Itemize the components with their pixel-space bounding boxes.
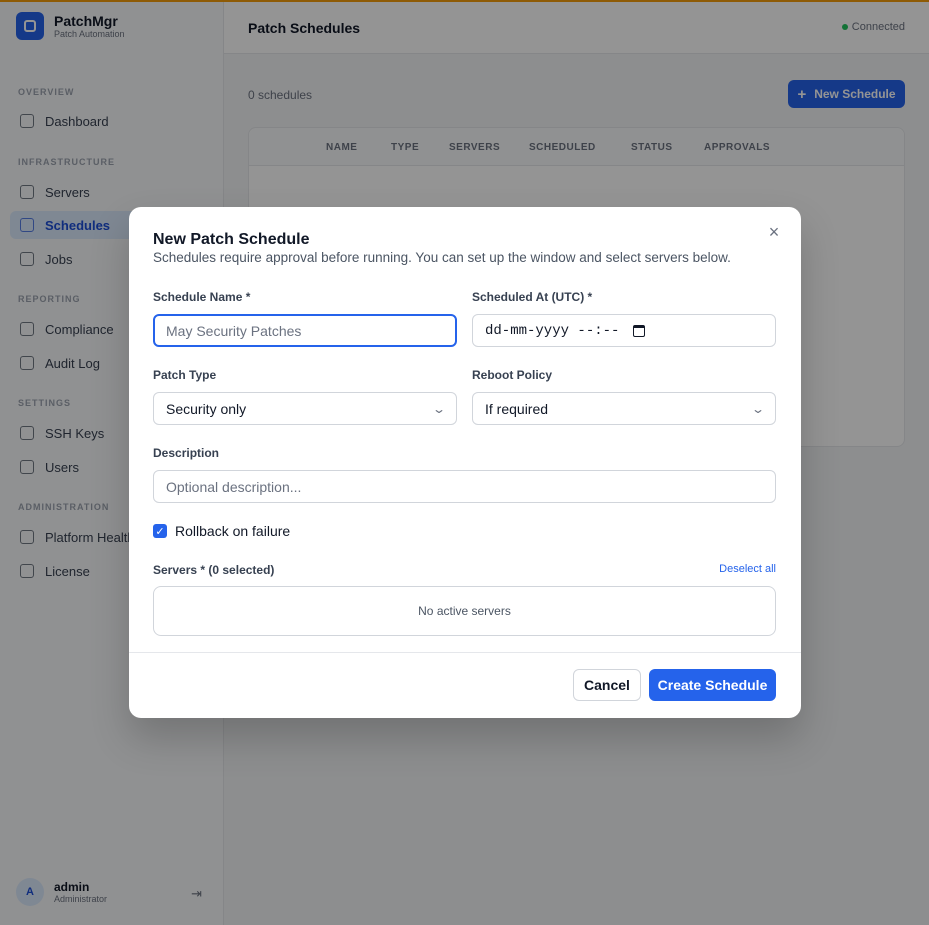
scheduled-at-input[interactable]: dd-mm-yyyy --:-- (472, 314, 776, 347)
chevron-down-icon: ⌄ (750, 401, 766, 416)
server-list: No active servers (153, 586, 776, 636)
description-input[interactable] (153, 470, 776, 503)
rollback-checkbox[interactable]: ✓ (153, 524, 167, 538)
scheduled-at-value: dd-mm-yyyy --:-- (485, 322, 620, 339)
schedule-name-label: Schedule Name * (153, 290, 251, 304)
reboot-policy-select[interactable]: If required ⌄ (472, 392, 776, 425)
patch-type-value: Security only (166, 400, 247, 417)
scheduled-at-label: Scheduled At (UTC) * (472, 290, 593, 304)
dialog-footer-divider (129, 652, 801, 653)
schedule-name-input[interactable] (153, 314, 457, 347)
dialog-subtitle: Schedules require approval before runnin… (153, 250, 731, 265)
deselect-all-link[interactable]: Deselect all (719, 563, 776, 575)
create-schedule-button[interactable]: Create Schedule (649, 669, 776, 701)
patch-type-select[interactable]: Security only ⌄ (153, 392, 457, 425)
reboot-policy-value: If required (485, 400, 549, 417)
servers-label: Servers * (0 selected) (153, 563, 275, 577)
description-label: Description (153, 446, 220, 460)
chevron-down-icon: ⌄ (431, 401, 447, 416)
rollback-label: Rollback on failure (175, 523, 291, 539)
dialog-title: New Patch Schedule (153, 231, 310, 248)
close-icon[interactable]: × (765, 222, 783, 242)
patch-type-label: Patch Type (153, 368, 217, 382)
cancel-button[interactable]: Cancel (573, 669, 641, 701)
new-schedule-dialog: New Patch Schedule Schedules require app… (129, 207, 801, 718)
server-list-empty: No active servers (418, 604, 511, 618)
calendar-picker-icon[interactable] (633, 324, 646, 337)
rollback-option[interactable]: ✓ Rollback on failure (153, 523, 290, 539)
reboot-policy-label: Reboot Policy (472, 368, 553, 382)
